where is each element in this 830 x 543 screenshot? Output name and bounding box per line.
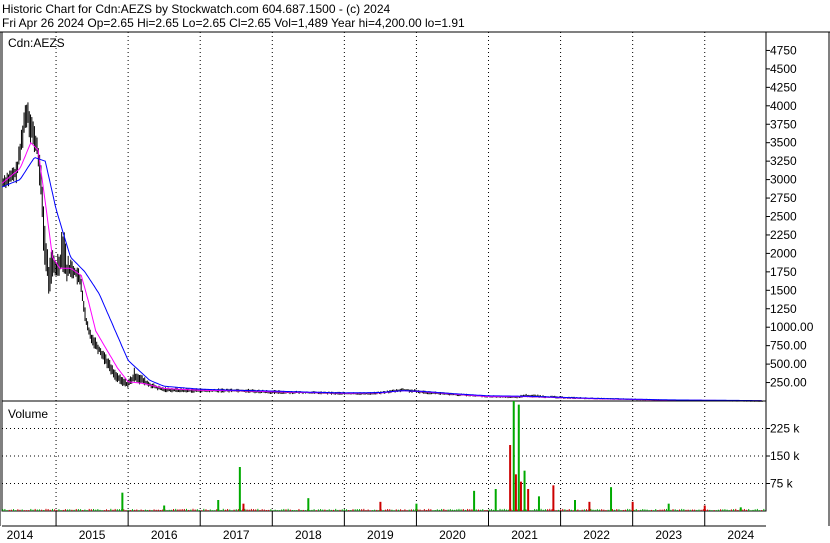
x-axis: 2014 2015 2016 2017 2018 2019 2020 2021 2022 2023…	[0, 31, 830, 542]
x-tick-label: 2014	[7, 528, 34, 542]
stock-chart: Historic Chart for Cdn:AEZS by Stockwatc…	[0, 2, 830, 542]
x-tick-label: 2024	[727, 528, 754, 542]
price-y-tick-label: 1000.00	[770, 320, 814, 334]
moving-average-short	[1, 141, 762, 402]
price-panel-title: Cdn:AEZS	[8, 36, 65, 50]
x-tick-label: 2019	[367, 528, 394, 542]
x-tick-label: 2016	[151, 528, 178, 542]
price-y-tick-label: 3000	[770, 173, 797, 187]
price-y-tick-label: 250.00	[770, 376, 807, 390]
price-y-tick-label: 2250	[770, 228, 797, 242]
volume-panel: Volume 75 k 150 k 225 k	[1, 400, 800, 512]
x-tick-label: 2017	[223, 528, 250, 542]
x-tick-label: 2018	[295, 528, 322, 542]
price-y-tick-label: 500.00	[770, 357, 807, 371]
x-tick-label: 2015	[79, 528, 106, 542]
price-y-tick-label: 1500	[770, 283, 797, 297]
price-y-tick-label: 4500	[770, 62, 797, 76]
volume-y-tick-label: 75 k	[770, 477, 794, 491]
chart-header-line1: Historic Chart for Cdn:AEZS by Stockwatc…	[2, 2, 390, 16]
price-panel: Cdn:AEZS 250.00 500.00 750.00 1000.00 1250 150…	[1, 31, 814, 511]
chart-header-line2: Fri Apr 26 2024 Op=2.65 Hi=2.65 Lo=2.65 …	[2, 16, 465, 30]
price-y-tick-label: 4000	[770, 99, 797, 113]
price-y-tick-label: 2750	[770, 191, 797, 205]
price-y-tick-label: 4250	[770, 80, 797, 94]
price-frame	[1, 31, 767, 402]
price-y-tick-label: 1750	[770, 265, 797, 279]
x-tick-label: 2022	[583, 528, 610, 542]
price-y-tick-label: 2500	[770, 210, 797, 224]
price-y-tick-label: 3250	[770, 154, 797, 168]
price-y-tick-label: 4750	[770, 43, 797, 57]
price-y-tick-label: 1250	[770, 302, 797, 316]
volume-y-tick-label: 150 k	[770, 449, 800, 463]
price-y-tick-label: 3750	[770, 117, 797, 131]
x-tick-label: 2021	[511, 528, 538, 542]
volume-frame	[1, 400, 767, 512]
price-y-tick-label: 3500	[770, 136, 797, 150]
volume-y-tick-label: 225 k	[770, 422, 800, 436]
moving-average-long	[1, 157, 762, 402]
price-y-tick-label: 750.00	[770, 339, 807, 353]
x-tick-label: 2023	[655, 528, 682, 542]
x-tick-label: 2020	[439, 528, 466, 542]
volume-panel-title: Volume	[8, 407, 48, 421]
price-y-tick-label: 2000	[770, 246, 797, 260]
